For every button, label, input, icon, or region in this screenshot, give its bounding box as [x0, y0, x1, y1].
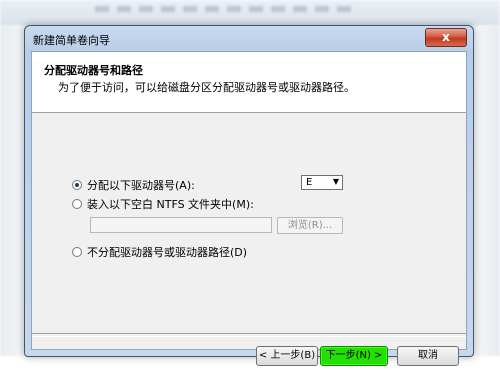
- close-button[interactable]: x: [425, 28, 467, 47]
- title-bar[interactable]: 新建简单卷向导 x: [25, 26, 473, 52]
- cancel-button[interactable]: 取消: [397, 346, 459, 366]
- background-window-right: [476, 26, 500, 356]
- page-title: 分配驱动器号和路径: [44, 64, 143, 77]
- next-button[interactable]: 下一步(N) >: [320, 346, 388, 366]
- wizard-dialog: 新建简单卷向导 x 分配驱动器号和路径 为了便于访问，可以给磁盘分区分配驱动器号…: [24, 25, 474, 366]
- drive-letter-value: E: [306, 177, 313, 188]
- dialog-client-area: 分配驱动器号和路径 为了便于访问，可以给磁盘分区分配驱动器号或驱动器路径。 分配…: [31, 51, 467, 366]
- wizard-header: 分配驱动器号和路径 为了便于访问，可以给磁盘分区分配驱动器号或驱动器路径。: [32, 52, 466, 113]
- background-window-left: [0, 26, 24, 356]
- folder-path-input[interactable]: [90, 217, 272, 233]
- assign-letter-option[interactable]: 分配以下驱动器号(A):: [72, 177, 195, 193]
- no-assign-label[interactable]: 不分配驱动器号或驱动器路径(D): [87, 244, 247, 260]
- drive-letter-dropdown[interactable]: E ▼: [301, 175, 343, 190]
- window-title: 新建简单卷向导: [33, 34, 110, 47]
- browse-button[interactable]: 浏览(R)...: [277, 217, 343, 234]
- mount-folder-label[interactable]: 装入以下空白 NTFS 文件夹中(M):: [87, 196, 254, 212]
- chevron-down-icon: ▼: [332, 177, 339, 186]
- mount-folder-radio[interactable]: [72, 199, 82, 209]
- page-subtitle: 为了便于访问，可以给磁盘分区分配驱动器号或驱动器路径。: [58, 81, 355, 94]
- background-window-toolbar: [0, 0, 500, 26]
- no-assign-radio[interactable]: [72, 247, 82, 257]
- mount-folder-option[interactable]: 装入以下空白 NTFS 文件夹中(M):: [72, 196, 254, 212]
- wizard-body: 分配以下驱动器号(A): E ▼ 装入以下空白 NTFS 文件夹中(M): 浏览…: [32, 114, 466, 332]
- assign-letter-label[interactable]: 分配以下驱动器号(A):: [87, 177, 195, 193]
- close-icon: x: [442, 30, 450, 44]
- footer-divider: [32, 333, 466, 337]
- back-button[interactable]: < 上一步(B): [256, 346, 318, 366]
- no-assign-option[interactable]: 不分配驱动器号或驱动器路径(D): [72, 244, 247, 260]
- assign-letter-radio[interactable]: [72, 180, 82, 190]
